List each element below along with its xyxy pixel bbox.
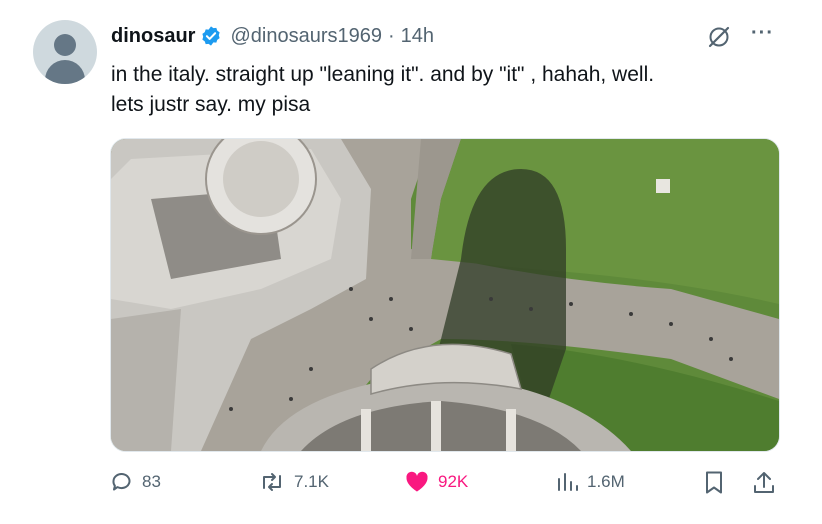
repost-button[interactable]: 7.1K xyxy=(258,470,329,494)
avatar-body-shape xyxy=(45,60,85,84)
timestamp[interactable]: 14h xyxy=(401,25,434,48)
action-bar: 83 7.1K 92K 1.6M xyxy=(0,470,822,504)
separator-dot: · xyxy=(387,24,395,47)
avatar[interactable] xyxy=(33,20,97,84)
tweet-text-line-2: lets justr say. my pisa xyxy=(111,93,311,116)
bookmark-button[interactable] xyxy=(703,470,733,496)
author-handle[interactable]: @dinosaurs1969 xyxy=(230,25,382,48)
author-name[interactable]: dinosaur xyxy=(111,25,195,48)
tweet-photo[interactable] xyxy=(110,138,780,452)
like-count: 92K xyxy=(438,472,469,491)
tweet-header: dinosaur @dinosaurs1969 · 14h xyxy=(111,22,434,50)
like-button[interactable]: 92K xyxy=(404,470,468,494)
tweet-card[interactable]: dinosaur @dinosaurs1969 · 14h ··· in the… xyxy=(0,0,822,524)
share-icon xyxy=(754,472,774,493)
bookmark-icon xyxy=(706,471,722,494)
reply-icon xyxy=(112,473,131,491)
aerial-photo-illustration xyxy=(111,139,779,451)
reply-count: 83 xyxy=(142,472,161,491)
views-button[interactable]: 1.6M xyxy=(555,470,625,494)
tweet-text: in the italy. straight up "leaning it". … xyxy=(111,60,791,120)
more-icon[interactable]: ··· xyxy=(751,22,774,45)
verified-badge-icon xyxy=(200,25,222,47)
repost-count: 7.1K xyxy=(294,472,329,491)
views-icon xyxy=(558,473,578,491)
tweet-text-line-1: in the italy. straight up "leaning it". … xyxy=(111,63,655,86)
views-count: 1.6M xyxy=(587,472,625,491)
avatar-head-shape xyxy=(54,34,76,56)
grok-icon[interactable] xyxy=(706,24,732,50)
share-button[interactable] xyxy=(752,470,784,496)
reply-button[interactable]: 83 xyxy=(110,470,161,494)
heart-icon xyxy=(406,471,428,492)
repost-icon xyxy=(263,473,281,491)
